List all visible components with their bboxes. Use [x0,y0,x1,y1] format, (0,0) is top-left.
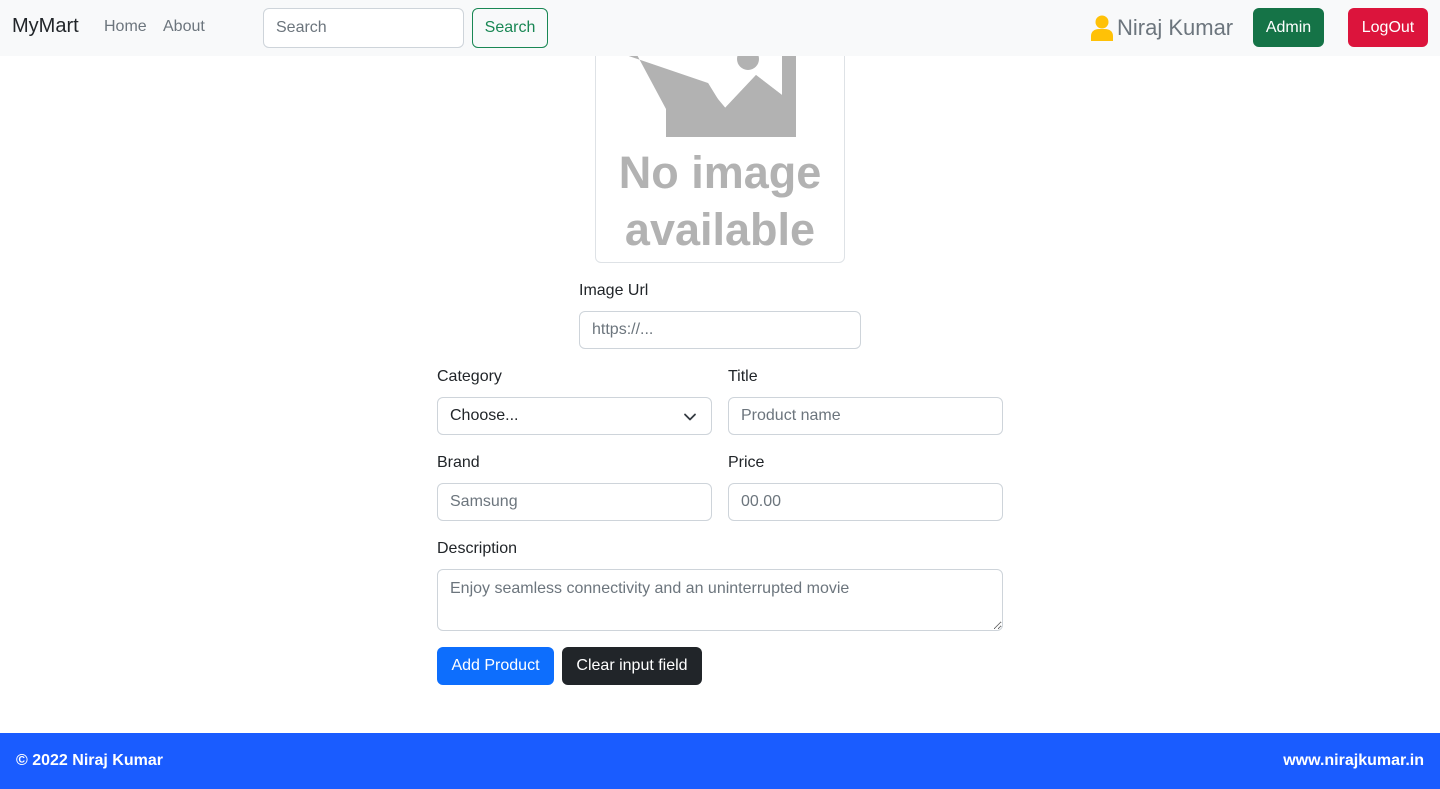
description-label: Description [437,540,518,557]
user-name: Niraj Kumar [1117,15,1234,40]
logout-button[interactable]: LogOut [1348,8,1428,47]
title-input[interactable] [728,397,1003,435]
no-image-text-line1: No image [618,147,822,198]
search-button[interactable]: Search [472,8,548,48]
clear-input-button[interactable]: Clear input field [562,647,702,685]
add-product-button[interactable]: Add Product [437,647,554,685]
price-label: Price [728,454,765,471]
brand-label: Brand [437,454,480,471]
admin-button[interactable]: Admin [1253,8,1324,47]
footer: © 2022 Niraj Kumar www.nirajkumar.in [0,733,1440,789]
user-icon [1091,15,1113,41]
category-selected-value: Choose... [450,407,519,424]
chevron-down-icon [684,413,696,421]
product-image-preview: No image available [595,30,845,263]
nav-link-about[interactable]: About [163,18,205,36]
search-input[interactable] [263,8,464,48]
user-profile[interactable]: Niraj Kumar [1091,14,1233,42]
brand-logo[interactable]: MyMart [12,15,79,38]
image-url-input[interactable] [579,311,861,349]
description-textarea[interactable] [437,569,1003,631]
footer-website-link[interactable]: www.nirajkumar.in [1283,752,1424,770]
footer-copyright: © 2022 Niraj Kumar [16,752,163,769]
price-input[interactable] [728,483,1003,521]
title-label: Title [728,368,758,385]
image-url-label: Image Url [579,282,649,299]
nav-link-home[interactable]: Home [104,18,147,36]
brand-input[interactable] [437,483,712,521]
no-image-text-line2: available [624,204,816,255]
category-select[interactable]: Choose... [437,397,712,435]
top-navbar: MyMart Home About Search Niraj Kumar Adm… [0,0,1440,56]
category-label: Category [437,368,502,385]
